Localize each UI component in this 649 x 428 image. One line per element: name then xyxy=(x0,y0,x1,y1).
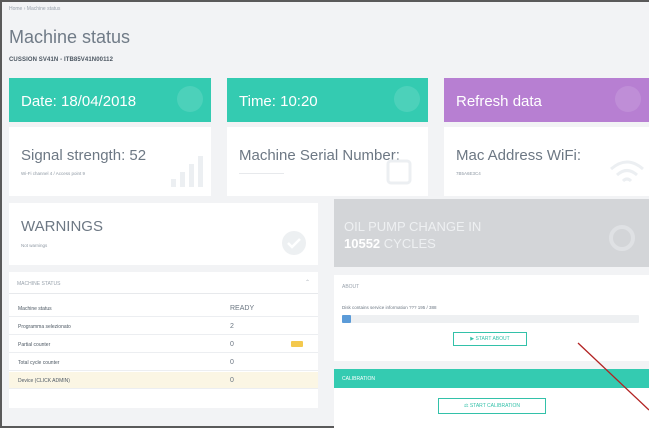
disk-progress-bar xyxy=(342,315,639,323)
serial-number-value: —————————— xyxy=(239,171,284,176)
machine-icon xyxy=(386,159,412,185)
check-circle-icon xyxy=(282,231,306,255)
table-row: Partial counter 0 xyxy=(9,336,318,353)
oil-pump-cycles: 10552 CYCLES xyxy=(344,236,436,251)
row-value: READY xyxy=(230,305,255,312)
mac-address-value: 7B5A6E3C4 xyxy=(456,171,481,176)
table-row: Machine status READY xyxy=(9,300,318,317)
serial-number-card: Machine Serial Number: —————————— xyxy=(227,127,428,196)
time-tile: Time: 10:20 xyxy=(227,78,428,122)
serial-number-title: Machine Serial Number: xyxy=(239,147,400,164)
row-value: 0 xyxy=(230,359,234,366)
signal-bars-icon xyxy=(171,156,203,187)
table-row: Programma selezionato 2 xyxy=(9,318,318,335)
calendar-icon xyxy=(177,86,203,112)
signal-strength-info: Wi-Fi channel 4 / Access point 9 xyxy=(21,171,86,176)
row-value: 2 xyxy=(230,323,234,330)
refresh-icon xyxy=(615,86,641,112)
about-panel: ABOUT Disk contains service information … xyxy=(334,275,649,361)
signal-strength-card: Signal strength: 52 Wi-Fi channel 4 / Ac… xyxy=(9,127,211,196)
table-row: Total cycle counter 0 xyxy=(9,354,318,371)
oil-cycles-suffix: CYCLES xyxy=(380,236,436,251)
wifi-icon xyxy=(610,160,644,183)
row-value: 0 xyxy=(230,377,234,384)
row-label: Programma selezionato xyxy=(18,324,71,330)
row-label: Total cycle counter xyxy=(18,360,60,366)
row-label: Partial counter xyxy=(18,342,51,348)
oil-pump-label: OIL PUMP CHANGE IN xyxy=(344,219,482,234)
refresh-label: Refresh data xyxy=(456,93,542,110)
machine-status-header[interactable]: MACHINE STATUS ⌃ xyxy=(9,272,318,294)
start-calibration-button[interactable]: ⚖ START CALIBRATION xyxy=(438,398,546,414)
status-badge xyxy=(291,341,303,347)
refresh-data-button[interactable]: Refresh data xyxy=(444,78,649,122)
warnings-info: Not warnings xyxy=(21,243,48,248)
row-label: Machine status xyxy=(18,306,52,312)
about-disk-info: Disk contains service information ??? 19… xyxy=(342,305,437,310)
date-label: Date: 18/04/2018 xyxy=(21,93,137,110)
sync-icon xyxy=(609,225,635,251)
date-tile: Date: 18/04/2018 xyxy=(9,78,211,122)
machine-status-panel: MACHINE STATUS ⌃ Machine status READY Pr… xyxy=(9,272,318,408)
collapse-icon[interactable]: ⌃ xyxy=(305,279,310,286)
about-heading: ABOUT xyxy=(342,284,360,290)
calibration-panel: ⚖ START CALIBRATION xyxy=(334,388,649,428)
warnings-card: WARNINGS Not warnings xyxy=(9,203,318,265)
row-label: Device (CLICK ADMIN) xyxy=(18,378,70,384)
oil-pump-card: OIL PUMP CHANGE IN 10552 CYCLES xyxy=(334,199,649,267)
time-label: Time: 10:20 xyxy=(239,93,318,110)
row-value: 0 xyxy=(230,341,234,348)
breadcrumb[interactable]: Home › Machine status xyxy=(9,6,60,12)
oil-cycles-count: 10552 xyxy=(344,236,381,251)
disk-progress-fill xyxy=(342,315,351,323)
machine-status-heading: MACHINE STATUS xyxy=(17,281,61,287)
start-about-button[interactable]: ▶ START ABOUT xyxy=(453,332,527,346)
calibration-header: CALIBRATION xyxy=(334,369,649,388)
machine-subtitle: CUSSION SV41N - ITB85V41N00112 xyxy=(9,57,114,63)
page-title: Machine status xyxy=(9,27,131,47)
signal-strength-title: Signal strength: 52 xyxy=(21,147,147,164)
mac-address-card: Mac Address WiFi: 7B5A6E3C4 xyxy=(444,127,649,196)
mac-address-title: Mac Address WiFi: xyxy=(456,147,582,164)
clock-icon xyxy=(394,86,420,112)
warnings-title: WARNINGS xyxy=(21,218,103,235)
table-row: Device (CLICK ADMIN) 0 xyxy=(9,372,318,389)
